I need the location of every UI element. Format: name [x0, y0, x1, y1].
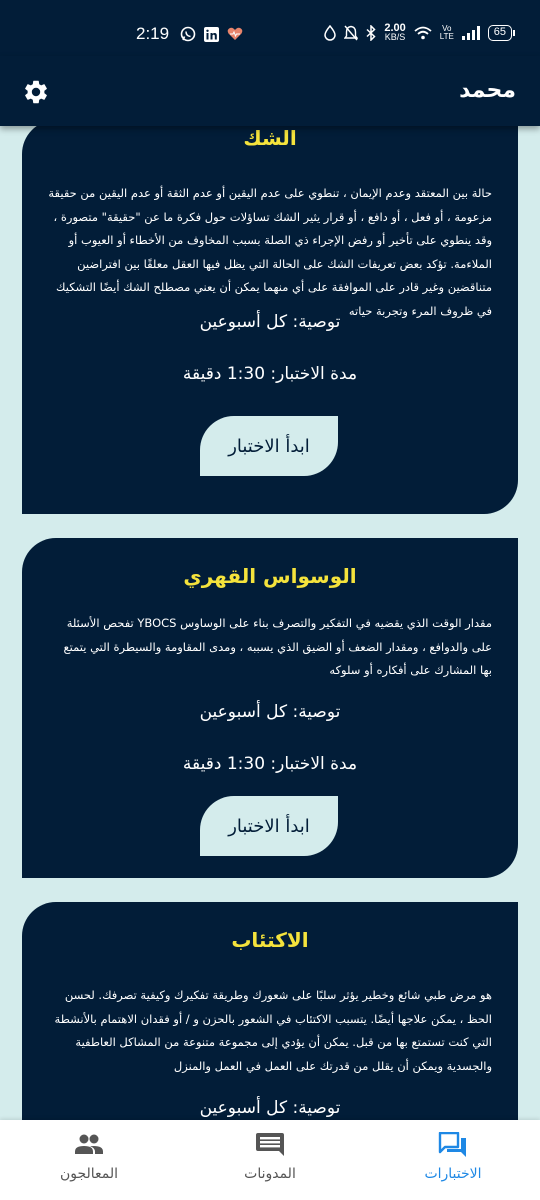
data-saver-icon	[324, 25, 337, 41]
system-icons: 2.00 KB/S Vo LTE 65	[324, 22, 516, 42]
gear-icon[interactable]	[22, 78, 50, 106]
status-time: 2:19	[136, 24, 170, 43]
test-recommendation: توصية: كل أسبوعين	[199, 312, 341, 332]
signal-icon	[461, 26, 480, 40]
nav-item-therapists[interactable]: المعالجون	[19, 1132, 159, 1182]
test-recommendation: توصية: كل أسبوعين	[199, 1098, 341, 1118]
nav-label: الاختبارات	[424, 1166, 482, 1182]
nav-label: المدونات	[244, 1166, 296, 1182]
test-title: الاكتئاب	[231, 928, 309, 952]
test-duration: مدة الاختبار: 1:30 دقيقة	[182, 364, 358, 384]
user-name-title: محمد	[459, 78, 516, 103]
battery-indicator: 65	[487, 25, 516, 41]
tests-list[interactable]: الشك حالة بين المعتقد وعدم الإيمان ، تنط…	[0, 126, 540, 1120]
test-recommendation: توصية: كل أسبوعين	[199, 702, 341, 722]
test-duration: مدة الاختبار: 1:30 دقيقة	[182, 754, 358, 774]
forum-icon	[438, 1132, 466, 1157]
start-test-button[interactable]: ابدأ الاختبار	[200, 796, 338, 856]
network-speed: 2.00 KB/S	[384, 22, 406, 42]
status-bar: 2:19 2.00 KB/S Vo LTE 65	[0, 0, 540, 56]
whatsapp-icon	[180, 26, 196, 42]
wifi-icon	[414, 26, 432, 40]
test-description: مقدار الوقت الذي يقضيه في التفكير والتصر…	[63, 616, 492, 677]
heart-app-icon	[227, 27, 243, 40]
nav-item-blogs[interactable]: المدونات	[200, 1132, 340, 1182]
bottom-navigation: المعالجون المدونات الاختبارات	[0, 1120, 540, 1200]
comment-icon	[256, 1133, 284, 1156]
bluetooth-icon	[366, 25, 376, 41]
volte-label: Vo LTE	[439, 24, 454, 41]
mute-icon	[344, 25, 359, 41]
notification-icons	[180, 26, 243, 42]
test-title: الوسواس القهري	[183, 564, 357, 588]
test-card-depression: الاكتئاب هو مرض طبي شائع وخطير يؤثر سلبً…	[22, 902, 518, 1120]
test-card-ocd: الوسواس القهري مقدار الوقت الذي يقضيه في…	[22, 538, 518, 878]
people-icon	[75, 1134, 103, 1154]
test-description: حالة بين المعتقد وعدم الإيمان ، تنطوي عل…	[48, 186, 492, 318]
test-description: هو مرض طبي شائع وخطير يؤثر سلبًا على شعو…	[54, 988, 492, 1073]
linkedin-icon	[204, 26, 219, 42]
app-bar: محمد	[0, 56, 540, 126]
test-title: الشك	[243, 126, 297, 150]
test-card-doubt: الشك حالة بين المعتقد وعدم الإيمان ، تنط…	[22, 126, 518, 514]
nav-item-tests[interactable]: الاختبارات	[383, 1132, 523, 1182]
start-test-button[interactable]: ابدأ الاختبار	[200, 416, 338, 476]
nav-label: المعالجون	[59, 1166, 119, 1182]
